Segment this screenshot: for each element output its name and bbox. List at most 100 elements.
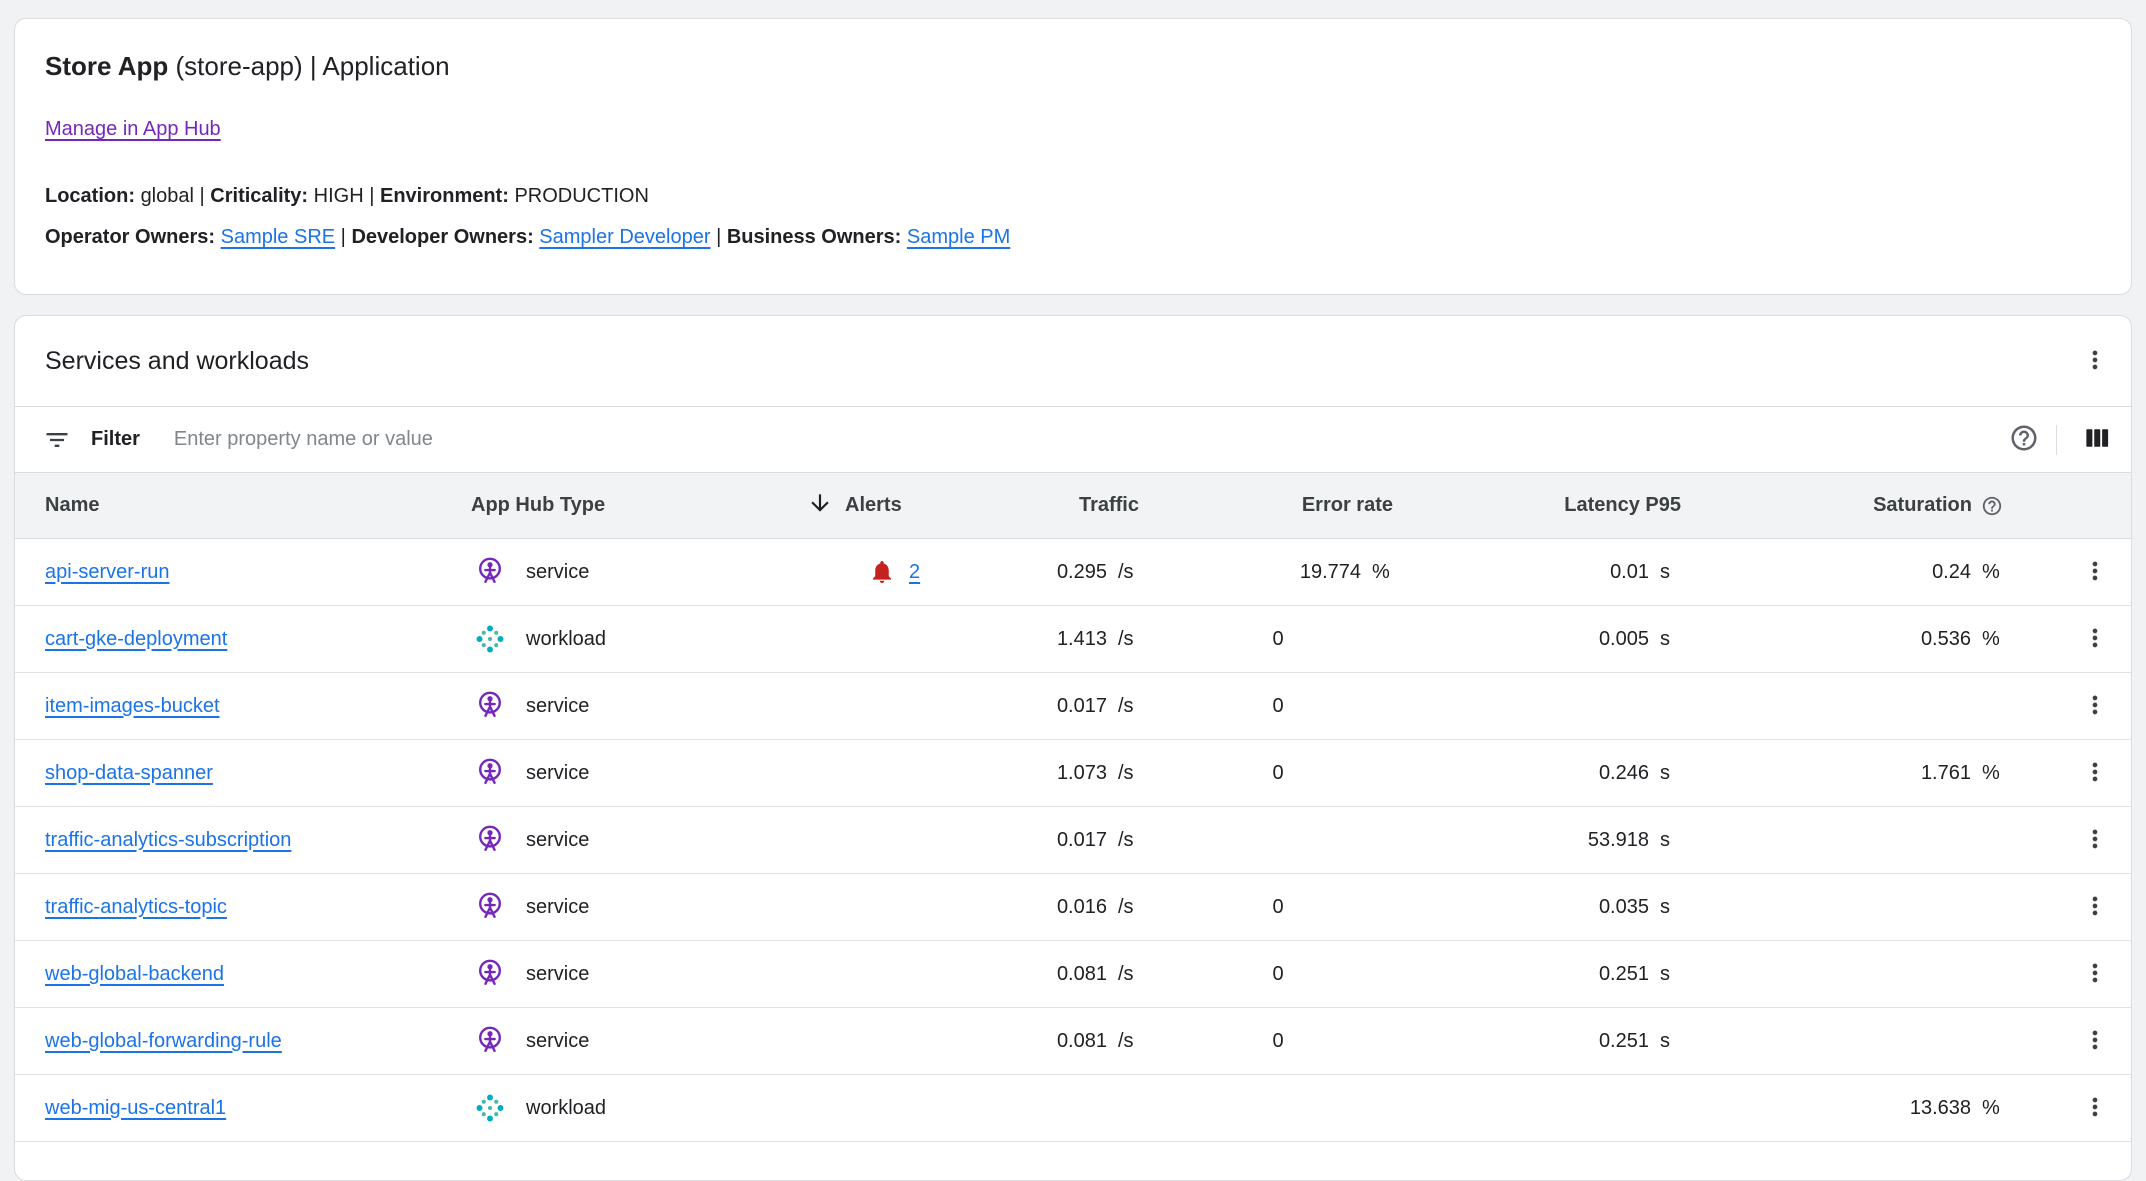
kebab-icon (2081, 959, 2109, 990)
error-rate-cell: 0 (1151, 1030, 1405, 1053)
latency-value: 0.251 (1405, 1030, 1649, 1053)
service-name-link[interactable]: traffic-analytics-topic (45, 896, 227, 918)
error-rate-cell: 0 (1151, 628, 1405, 651)
column-header-traffic[interactable]: Traffic (1025, 494, 1151, 517)
help-icon[interactable] (1981, 495, 2003, 517)
table-row: web-global-backend service 0.081/s 0 0.2… (15, 941, 2131, 1008)
manage-in-app-hub-link[interactable]: Manage in App Hub (45, 118, 221, 141)
type-label: workload (526, 628, 606, 651)
app-hub-service-icon (473, 1024, 507, 1058)
filter-help-button[interactable] (2000, 416, 2048, 464)
service-name-link[interactable]: item-images-bucket (45, 695, 220, 717)
row-actions-cell (2015, 950, 2131, 998)
row-menu-button[interactable] (2071, 950, 2119, 998)
table-row: traffic-analytics-subscription service 0… (15, 807, 2131, 874)
row-menu-button[interactable] (2071, 883, 2119, 931)
row-menu-button[interactable] (2071, 1017, 2119, 1065)
service-name-link[interactable]: cart-gke-deployment (45, 628, 227, 650)
location-label: Location: (45, 185, 135, 207)
error-rate-cell: 0 (1151, 963, 1405, 986)
filter-icon[interactable] (43, 426, 71, 454)
traffic-unit: /s (1107, 628, 1151, 651)
type-cell: service (461, 890, 795, 924)
service-name-link[interactable]: traffic-analytics-subscription (45, 829, 291, 851)
row-menu-button[interactable] (2071, 682, 2119, 730)
kebab-icon (2081, 825, 2109, 856)
developer-owner-link[interactable]: Sampler Developer (539, 226, 710, 248)
traffic-cell: 1.413/s (1025, 628, 1151, 651)
traffic-cell: 0.081/s (1025, 963, 1151, 986)
type-label: service (526, 695, 589, 718)
column-display-options-button[interactable] (2073, 416, 2121, 464)
service-name-link[interactable]: shop-data-spanner (45, 762, 213, 784)
type-label: workload (526, 1097, 606, 1120)
type-label: service (526, 963, 589, 986)
table-row: item-images-bucket service 0.017/s 0 (15, 673, 2131, 740)
row-actions-cell (2015, 548, 2131, 596)
type-cell: workload (461, 1091, 795, 1125)
business-owners-label: Business Owners: (727, 226, 902, 248)
error-rate-unit: % (1361, 561, 1405, 584)
traffic-unit: /s (1107, 829, 1151, 852)
separator: | (341, 226, 346, 248)
type-label: service (526, 561, 589, 584)
name-cell: api-server-run (15, 561, 461, 584)
traffic-cell: 0.016/s (1025, 896, 1151, 919)
alerts-cell: 2 (795, 559, 1025, 585)
column-header-error-rate[interactable]: Error rate (1151, 494, 1405, 517)
app-hub-service-icon (473, 890, 507, 924)
app-title-suffix: (store-app) | Application (176, 51, 450, 81)
kebab-icon (2081, 1093, 2109, 1124)
type-cell: service (461, 823, 795, 857)
business-owner-link[interactable]: Sample PM (907, 226, 1010, 248)
column-header-saturation[interactable]: Saturation (1693, 494, 2015, 517)
row-menu-button[interactable] (2071, 749, 2119, 797)
app-metadata-line-1: Location: global | Criticality: HIGH | E… (45, 183, 2101, 209)
services-and-workloads-card: Services and workloads Filter (14, 315, 2132, 1181)
service-name-link[interactable]: web-mig-us-central1 (45, 1097, 226, 1119)
alert-count-link[interactable]: 2 (909, 561, 920, 584)
environment-value: PRODUCTION (514, 185, 648, 207)
operator-owner-link[interactable]: Sample SRE (221, 226, 336, 248)
row-menu-button[interactable] (2071, 548, 2119, 596)
separator: | (369, 185, 374, 207)
row-actions-cell (2015, 816, 2131, 864)
row-menu-button[interactable] (2071, 816, 2119, 864)
column-header-name[interactable]: Name (15, 494, 461, 517)
column-header-latency-p95[interactable]: Latency P95 (1405, 494, 1693, 517)
developer-owners-label: Developer Owners: (351, 226, 533, 248)
filter-label[interactable]: Filter (91, 428, 140, 451)
saturation-value: 1.761 (1693, 762, 1971, 785)
name-cell: traffic-analytics-subscription (15, 829, 461, 852)
latency-value: 53.918 (1405, 829, 1649, 852)
app-hub-service-icon (473, 756, 507, 790)
row-menu-button[interactable] (2071, 1084, 2119, 1132)
latency-value: 0.035 (1405, 896, 1649, 919)
latency-cell: 0.251s (1405, 963, 1693, 986)
row-menu-button[interactable] (2071, 615, 2119, 663)
service-name-link[interactable]: api-server-run (45, 561, 169, 583)
table-row: api-server-run service 2 0.295/s 19.774%… (15, 539, 2131, 606)
filter-input[interactable] (172, 427, 2000, 452)
service-name-link[interactable]: web-global-backend (45, 963, 224, 985)
saturation-value: 13.638 (1693, 1097, 1971, 1120)
app-hub-workload-icon (473, 622, 507, 656)
saturation-unit: % (1971, 762, 2015, 785)
latency-value: 0.01 (1405, 561, 1649, 584)
criticality-label: Criticality: (210, 185, 308, 207)
table-row: traffic-analytics-topic service 0.016/s … (15, 874, 2131, 941)
column-header-app-hub-type[interactable]: App Hub Type (461, 494, 795, 517)
traffic-cell: 0.081/s (1025, 1030, 1151, 1053)
card-menu-button[interactable] (2071, 337, 2119, 385)
saturation-cell: 0.24% (1693, 561, 2015, 584)
saturation-unit: % (1971, 628, 2015, 651)
service-name-link[interactable]: web-global-forwarding-rule (45, 1030, 282, 1052)
row-actions-cell (2015, 615, 2131, 663)
traffic-cell: 1.073/s (1025, 762, 1151, 785)
error-rate-cell: 0 (1151, 896, 1405, 919)
column-header-alerts[interactable]: Alerts (795, 490, 1025, 522)
card-title: Services and workloads (45, 347, 309, 376)
type-cell: service (461, 957, 795, 991)
app-summary-card: Store App (store-app) | Application Mana… (14, 18, 2132, 295)
saturation-unit: % (1971, 1097, 2015, 1120)
